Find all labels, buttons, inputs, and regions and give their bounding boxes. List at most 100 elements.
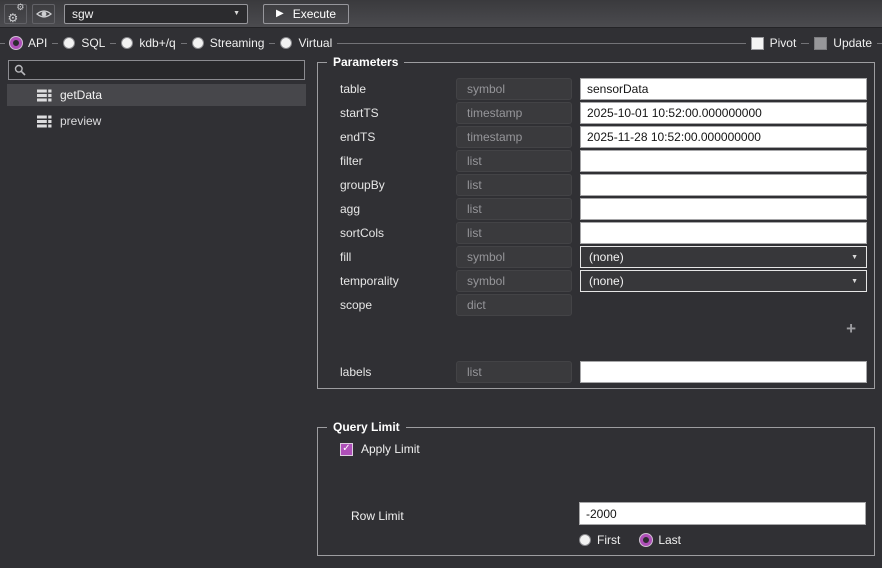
query-type-radio-kdb-q[interactable]: kdb+/q (116, 33, 181, 53)
param-input-labels[interactable] (580, 361, 867, 383)
param-row-filter: filter list (340, 150, 874, 172)
sidebar-item-getdata[interactable]: getData (7, 84, 306, 106)
connection-select[interactable]: sgw ▼ (64, 3, 248, 24)
view-flags-group: Pivot Update (745, 30, 877, 56)
preview-visibility-button[interactable] (32, 3, 55, 24)
radio-label: SQL (81, 36, 106, 50)
flag-label: Pivot (769, 36, 797, 50)
param-label: filter (340, 154, 363, 168)
param-select-fill[interactable]: (none) ▼ (580, 246, 867, 268)
chevron-down-icon: ▼ (851, 253, 858, 261)
scope-add-row: + (340, 318, 874, 340)
chevron-down-icon: ▼ (851, 277, 858, 285)
query-builder-window: ⚙ ⚙ sgw ▼ ▶ Execute API SQL kdb+/q Streaming… (0, 0, 882, 568)
param-label: endTS (340, 130, 376, 144)
radio-icon (63, 37, 76, 49)
param-select-value: (none) (589, 250, 624, 264)
param-type-chip: timestamp (456, 126, 572, 148)
param-row-temporality: temporality symbol (none) ▼ (340, 270, 874, 292)
plus-icon: + (846, 319, 856, 338)
param-input-table[interactable] (580, 78, 867, 100)
parameter-rows: table symbol startTS timestamp endTS timestam… (340, 78, 874, 383)
chevron-down-icon: ▼ (233, 10, 240, 17)
param-row-labels: labels list (340, 361, 874, 383)
radio-icon (579, 534, 591, 546)
radio-label: API (28, 36, 48, 50)
param-select-value: (none) (589, 274, 624, 288)
radio-label: Last (658, 533, 682, 547)
play-icon: ▶ (276, 8, 284, 19)
search-icon (14, 64, 26, 76)
eye-icon (35, 9, 52, 18)
param-select-temporality[interactable]: (none) ▼ (580, 270, 867, 292)
param-label: groupBy (340, 178, 385, 192)
param-type-chip: symbol (456, 246, 572, 268)
checkbox-icon (750, 36, 764, 50)
param-row-sortcols: sortCols list (340, 222, 874, 244)
checkbox-icon: ✓ (340, 442, 353, 456)
param-type-chip: symbol (456, 270, 572, 292)
param-type-chip: list (456, 222, 572, 244)
param-type-chip: symbol (456, 78, 572, 100)
query-type-row: API SQL kdb+/q Streaming Virtual Pivot Update (0, 30, 882, 56)
param-input-groupby[interactable] (580, 174, 867, 196)
sidebar-item-label: preview (60, 114, 102, 128)
radio-label: Virtual (298, 36, 333, 50)
api-list: getData preview (7, 84, 306, 136)
param-type-chip: list (456, 198, 572, 220)
param-input-startts[interactable] (580, 102, 867, 124)
query-limit-panel-title: Query Limit (327, 420, 406, 434)
parameters-panel: Parameters tablesymbolstartTStimestampen… (317, 55, 875, 389)
sidebar-item-preview[interactable]: preview (7, 110, 306, 132)
search-input[interactable] (31, 63, 299, 77)
radio-icon (280, 37, 293, 49)
param-input-agg[interactable] (580, 198, 867, 220)
query-type-radio-streaming[interactable]: Streaming (186, 33, 270, 53)
gears-icon: ⚙ ⚙ (7, 2, 25, 25)
radio-label: Streaming (209, 36, 265, 50)
execute-button-label: Execute (292, 6, 337, 21)
table-icon (37, 115, 52, 127)
top-toolbar: ⚙ ⚙ sgw ▼ ▶ Execute (0, 0, 882, 28)
query-type-radio-api[interactable]: API (5, 33, 53, 53)
checkbox-icon (814, 36, 828, 50)
query-limit-panel: Query Limit ✓ Apply Limit Row Limit Firs… (317, 420, 875, 556)
param-row-table: table symbol (340, 78, 874, 100)
order-radio-first[interactable]: First (574, 530, 626, 550)
row-limit-label: Row Limit (351, 509, 404, 523)
order-radio-last[interactable]: Last (635, 530, 687, 550)
apply-limit-checkbox[interactable]: ✓ Apply Limit (340, 442, 420, 456)
param-type-chip: timestamp (456, 102, 572, 124)
query-type-radio-virtual[interactable]: Virtual (275, 33, 338, 53)
param-type-chip: list (456, 174, 572, 196)
radio-icon (191, 37, 204, 49)
flag-checkbox-pivot[interactable]: Pivot (745, 33, 802, 53)
execute-button[interactable]: ▶ Execute (263, 3, 350, 24)
api-search-box[interactable] (8, 60, 305, 80)
param-label: sortCols (340, 226, 385, 240)
param-label: temporality (340, 274, 399, 288)
sidebar-item-label: getData (60, 88, 103, 102)
add-scope-entry-button[interactable]: + (846, 319, 856, 338)
row-limit-input[interactable] (579, 502, 866, 525)
param-type-chip: list (456, 150, 572, 172)
parameters-panel-title: Parameters (327, 55, 405, 69)
radio-icon (10, 37, 22, 49)
param-input-endts[interactable] (580, 126, 867, 148)
apply-limit-label: Apply Limit (361, 442, 420, 456)
param-input-filter[interactable] (580, 150, 867, 172)
param-row-endts: endTS timestamp (340, 126, 874, 148)
radio-icon (121, 37, 134, 49)
query-type-radio-sql[interactable]: SQL (58, 33, 111, 53)
param-label: agg (340, 202, 361, 216)
param-label: labels (340, 365, 372, 379)
param-row-scope: scope dict (340, 294, 874, 316)
param-type-chip: dict (456, 294, 572, 316)
flag-checkbox-update[interactable]: Update (809, 33, 877, 53)
param-label: table (340, 82, 367, 96)
settings-button[interactable]: ⚙ ⚙ (4, 2, 27, 25)
connection-select-value: sgw (72, 6, 94, 21)
flag-label: Update (833, 36, 872, 50)
param-label: fill (340, 250, 352, 264)
param-input-sortcols[interactable] (580, 222, 867, 244)
